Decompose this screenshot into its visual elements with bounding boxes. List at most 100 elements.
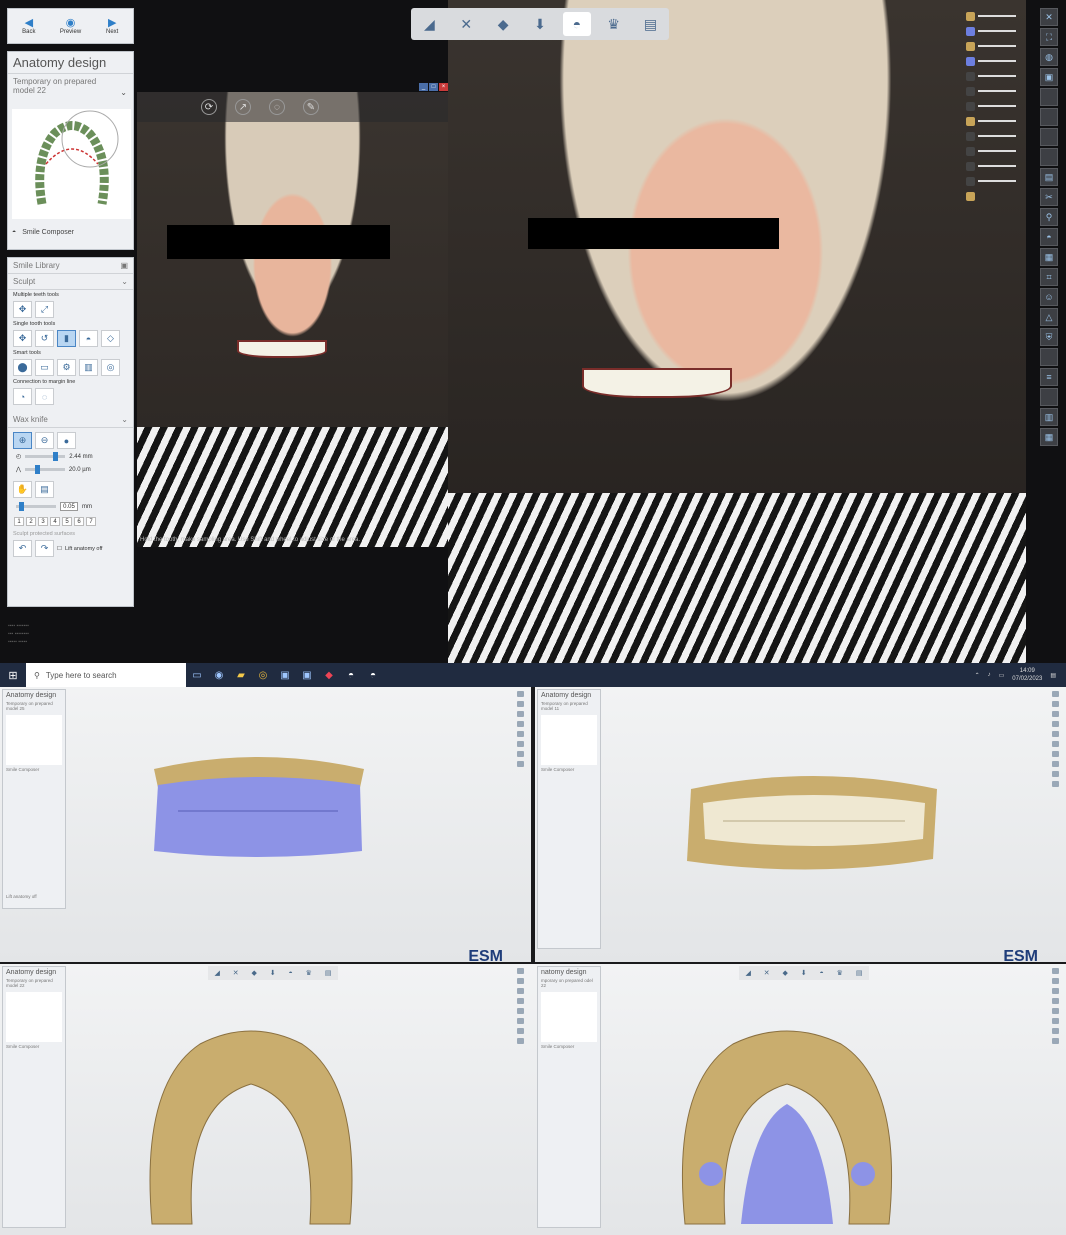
align-icon[interactable]: ≡ [1040,368,1058,386]
opacity-slider[interactable] [978,90,1016,92]
task-view-icon[interactable]: ▭ [186,663,208,687]
tools-icon[interactable]: ✕ [233,969,239,977]
opacity-slider[interactable] [978,45,1016,47]
scan-icon[interactable]: ◢ [745,969,750,977]
preset-4[interactable]: 4 [50,517,60,526]
clock[interactable]: 14:09 07/02/2023 [1012,667,1042,683]
crown-icon[interactable]: ♛ [837,969,843,977]
minimize-button[interactable]: _ [419,83,428,91]
lasso-icon[interactable]: ◌ [269,99,285,115]
close-view-icon[interactable]: ✕ [1040,8,1058,26]
opacity-slider[interactable] [978,60,1016,62]
size-slider[interactable] [25,452,66,461]
preset-6[interactable]: 6 [74,517,84,526]
scan-icon[interactable]: ◢ [415,12,443,36]
edge-icon[interactable]: ◉ [208,663,230,687]
add-wax-button[interactable]: ⊕ [13,432,32,449]
preset-1[interactable]: 1 [14,517,24,526]
wax-icon[interactable]: ◆ [489,12,517,36]
blank-tool-icon[interactable] [1040,108,1058,126]
folder-icon[interactable]: ▰ [230,663,252,687]
shield-icon[interactable]: ⛨ [1040,328,1058,346]
undo-button[interactable]: ↶ [13,540,32,557]
smile-library-header[interactable]: Smile Library ▣ [8,258,133,274]
preset-5[interactable]: 5 [62,517,72,526]
opacity-slider[interactable] [978,105,1016,107]
opacity-slider[interactable] [978,75,1016,77]
rotate-icon[interactable]: ⟳ [201,99,217,115]
morph-tool-button[interactable]: ◇ [101,330,120,347]
maximize-button[interactable]: □ [429,83,438,91]
drop-icon[interactable]: ◆ [318,663,340,687]
stack-icon[interactable]: ▤ [636,12,664,36]
wax-knife-header[interactable]: Wax knife ⌄ [8,412,133,428]
chrome-icon[interactable]: ◎ [252,663,274,687]
brush-icon[interactable]: ✎ [303,99,319,115]
opacity-slider[interactable] [978,135,1016,137]
group-scale-tool-button[interactable]: ⤢ [35,301,54,318]
preset-7[interactable]: 7 [86,517,96,526]
mini-arch-map[interactable] [541,715,597,765]
report-icon[interactable]: ▦ [1040,428,1058,446]
preset-2[interactable]: 2 [26,517,36,526]
app-icon[interactable]: ▣ [274,663,296,687]
mini-smile-composer[interactable]: Smile Composer [3,767,65,774]
articulator-icon[interactable]: ▥ [1040,408,1058,426]
dental-app-icon[interactable]: ◓ [340,663,362,687]
smart-align-button[interactable]: ▭ [35,359,54,376]
tooth-icon[interactable]: ◓ [1040,228,1058,246]
margin-connect-button[interactable]: ◔ [13,388,32,405]
network-icon[interactable]: ⌃ [975,672,980,679]
blank-tool-icon[interactable] [1040,88,1058,106]
rotate-tool-button[interactable]: ↺ [35,330,54,347]
opacity-slider[interactable] [978,30,1016,32]
mask-tool-button[interactable]: ▤ [35,481,54,498]
chevron-down-icon[interactable]: ⌄ [121,415,128,424]
opacity-slider[interactable] [978,120,1016,122]
download-icon[interactable]: ⬇ [270,969,276,977]
app-icon[interactable]: ▣ [296,663,318,687]
smart-contact-button[interactable]: ⬤ [13,359,32,376]
redo-button[interactable]: ↷ [35,540,54,557]
mini-smile-composer[interactable]: Smile Composer [3,1044,65,1051]
globe-icon[interactable]: ◍ [1040,48,1058,66]
chevron-down-icon[interactable]: ⌄ [120,88,127,97]
crown-icon[interactable]: ♛ [306,969,312,977]
cut-icon[interactable]: ✂ [1040,188,1058,206]
group-move-tool-button[interactable]: ✥ [13,301,32,318]
tools-icon[interactable]: ✕ [452,12,480,36]
chevron-down-icon[interactable]: ⌄ [121,277,128,286]
preset-3[interactable]: 3 [38,517,48,526]
mini-arch-map[interactable] [6,715,62,765]
tooth-icon[interactable]: ◓ [289,970,293,977]
blank-tool-icon[interactable] [1040,348,1058,366]
smooth-wax-button[interactable]: ● [57,432,76,449]
blank-tool-icon[interactable] [1040,128,1058,146]
pointer-icon[interactable]: ↗ [235,99,251,115]
wax-icon[interactable]: ◆ [782,969,787,977]
download-icon[interactable]: ⬇ [526,12,554,36]
volume-icon[interactable]: ♪ [988,672,991,678]
lift-anatomy-checkbox[interactable]: ☐ [57,546,62,552]
fit-view-icon[interactable]: ⛶ [1040,28,1058,46]
opacity-slider[interactable] [978,150,1016,152]
notifications-icon[interactable]: ▤ [1050,672,1056,679]
sculpt-header[interactable]: Sculpt ⌄ [8,274,133,290]
crown-icon[interactable]: ♛ [600,12,628,36]
thickness-input[interactable]: 0.05 [60,502,78,511]
download-icon[interactable]: ⬇ [801,969,807,977]
opacity-slider[interactable] [978,180,1016,182]
mini-arch-map[interactable] [541,992,597,1042]
tools-icon[interactable]: ✕ [764,969,770,977]
thickness-slider[interactable] [16,502,56,511]
next-button[interactable]: ▶ Next [91,9,133,43]
blank-tool-icon[interactable] [1040,388,1058,406]
mini-arch-map[interactable] [6,992,62,1042]
tooth-icon[interactable]: ◓ [562,12,591,36]
smart-connector-button[interactable]: ▥ [79,359,98,376]
battery-icon[interactable]: ▭ [999,672,1005,679]
triangle-icon[interactable]: △ [1040,308,1058,326]
stack-icon[interactable]: ▤ [325,969,332,977]
print-icon[interactable]: ▦ [1040,248,1058,266]
measure-icon[interactable]: ⌗ [1040,268,1058,286]
